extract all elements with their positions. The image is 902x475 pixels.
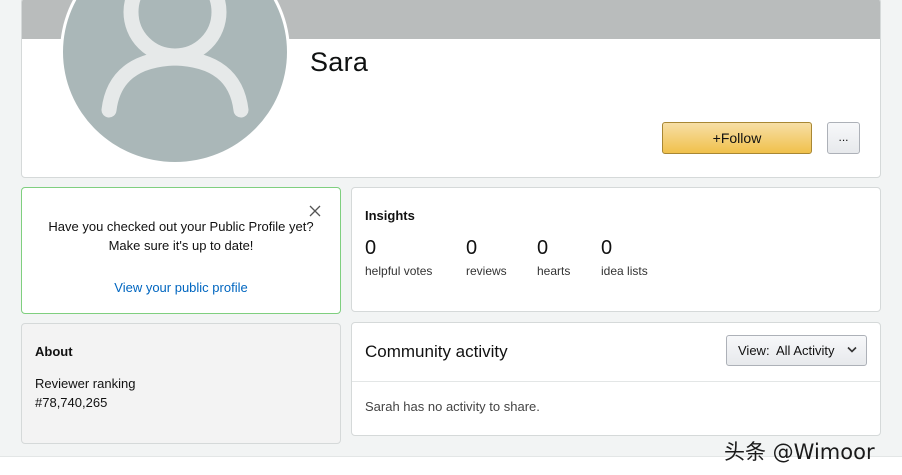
activity-view-dropdown[interactable]: View: All Activity [726,335,867,366]
prompt-message: Have you checked out your Public Profile… [22,217,340,255]
reviewer-ranking-label: Reviewer ranking [35,376,136,391]
stat-idea-lists: 0 idea lists [601,236,648,278]
avatar [60,0,290,165]
activity-empty-message: Sarah has no activity to share. [365,399,540,414]
close-icon[interactable] [309,205,321,217]
stat-label: hearts [537,264,571,278]
about-card: About Reviewer ranking #78,740,265 [21,323,341,444]
insights-title: Insights [365,208,415,223]
profile-name: Sara [310,47,369,77]
stat-label: idea lists [601,264,648,278]
stat-hearts: 0 hearts [537,236,570,278]
activity-divider [352,381,880,382]
profile-header-card: Sara +Follow ... [21,0,881,178]
prompt-line-1: Have you checked out your Public Profile… [48,219,314,234]
public-profile-prompt: Have you checked out your Public Profile… [21,187,341,314]
view-public-profile-link[interactable]: View your public profile [22,280,340,295]
chevron-down-icon [847,346,857,353]
view-value: All Activity [776,343,835,358]
activity-title: Community activity [365,342,508,361]
follow-button[interactable]: +Follow [662,122,812,154]
stat-reviews: 0 reviews [466,236,507,278]
about-title: About [35,344,73,359]
avatar-placeholder-icon [101,0,249,118]
stat-label: reviews [466,264,507,278]
stat-value: 0 [365,237,377,259]
stat-label: helpful votes [365,264,433,278]
stat-helpful-votes: 0 helpful votes [365,236,432,278]
insights-card: Insights 0 helpful votes 0 reviews 0 hea… [351,187,881,312]
more-options-button[interactable]: ... [827,122,860,154]
stat-value: 0 [537,237,549,259]
reviewer-ranking-value: #78,740,265 [35,395,108,410]
watermark: 头条 @Wimoor [724,440,875,464]
stat-value: 0 [466,237,478,259]
view-label: View: [738,343,770,358]
prompt-line-2: Make sure it's up to date! [108,238,254,253]
stat-value: 0 [601,237,613,259]
community-activity-card: Community activity View: All Activity Sa… [351,322,881,436]
